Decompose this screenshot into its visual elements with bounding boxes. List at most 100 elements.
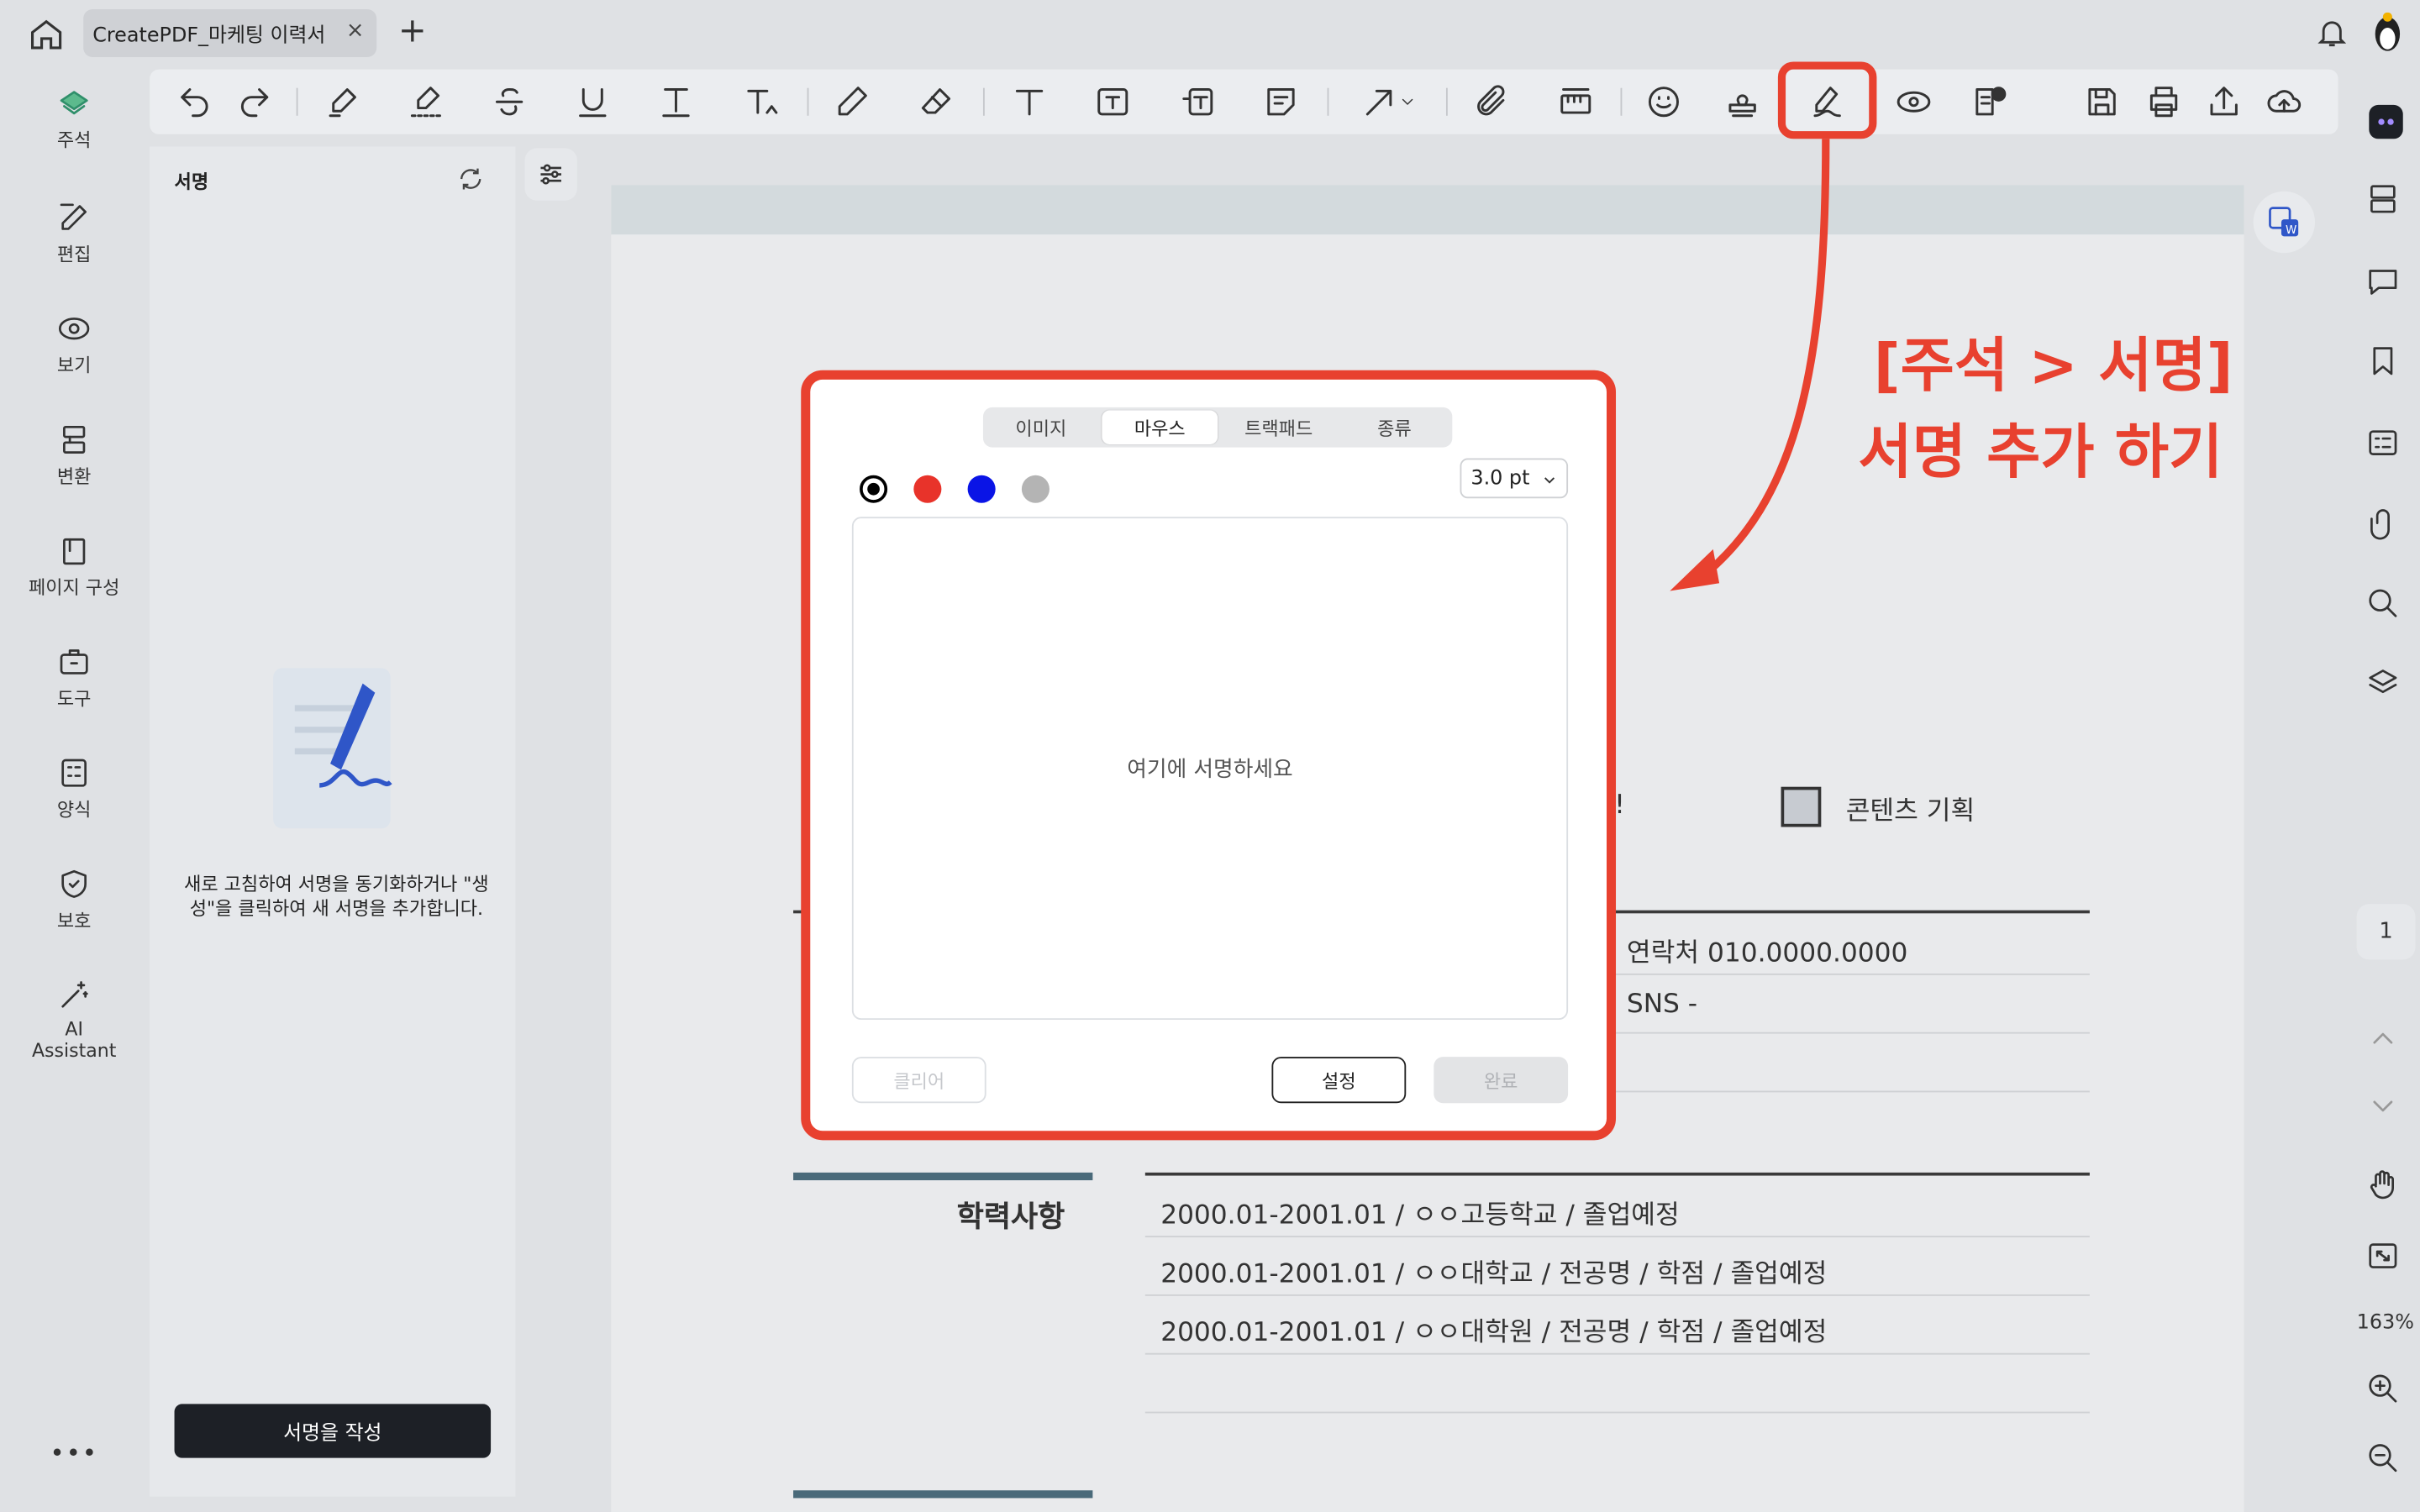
divider [1611, 1032, 2090, 1034]
zoom-level[interactable]: 163% [2357, 1311, 2414, 1335]
text-icon[interactable] [1009, 81, 1050, 122]
thumbnails-icon[interactable] [2366, 182, 2407, 223]
sns-text: SNS - [1626, 989, 1698, 1021]
done-button[interactable]: 완료 [1434, 1057, 1569, 1104]
chevron-down-icon[interactable] [2366, 1089, 2407, 1130]
document-tab[interactable]: CreatePDF_마케팅 이력서 × [83, 9, 377, 57]
redo-icon[interactable] [234, 81, 275, 122]
eraser-icon[interactable] [917, 81, 957, 122]
bookmark-icon[interactable] [2366, 344, 2407, 385]
refresh-icon[interactable] [457, 165, 485, 193]
nav-page-organize[interactable]: 페이지 구성 [13, 533, 136, 600]
annotation-subtitle: 서명 추가 하기 [1858, 417, 2223, 486]
panel-hint-line2: 성"을 클릭하여 새 서명을 추가합니다. [189, 897, 484, 920]
nav-protect[interactable]: 보호 [13, 867, 136, 933]
panel-hint-line1: 새로 고침하여 서명을 동기화하거나 "생 [184, 873, 489, 895]
nav-page-organize-label: 페이지 구성 [28, 576, 120, 599]
stamp-icon[interactable] [1723, 81, 1763, 122]
color-black[interactable] [860, 475, 888, 503]
print-icon[interactable] [2144, 81, 2184, 122]
layers-icon[interactable] [2366, 666, 2407, 706]
measure-icon[interactable] [1555, 81, 1596, 122]
home-icon[interactable] [28, 15, 65, 52]
nav-annotate[interactable]: 주석 [13, 87, 136, 153]
content-planning-checkbox[interactable] [1781, 786, 1822, 827]
translate-icon[interactable]: W [2253, 191, 2316, 254]
text-callout-icon[interactable] [1177, 81, 1218, 122]
attachment-icon[interactable] [1470, 81, 1511, 122]
nav-tools-label: 도구 [56, 688, 92, 710]
tab-type[interactable]: 종류 [1337, 407, 1453, 448]
avatar[interactable] [2370, 12, 2404, 53]
partial-checkbox-char: ! [1614, 790, 1625, 822]
clear-button[interactable]: 클리어 [851, 1057, 986, 1104]
chevron-down-icon[interactable] [1397, 81, 1418, 122]
share-icon[interactable] [2204, 81, 2244, 122]
panel-title: 서명 [174, 171, 209, 193]
cloud-upload-icon[interactable] [2264, 81, 2304, 122]
undo-icon[interactable] [175, 81, 215, 122]
tab-mouse[interactable]: 마우스 [1102, 410, 1218, 444]
signature-canvas[interactable]: 여기에 서명하세요 [851, 517, 1569, 1021]
color-gray[interactable] [1021, 475, 1050, 503]
create-signature-button[interactable]: 서명을 작성 [174, 1404, 492, 1458]
content-planning-label: 콘텐츠 기획 [1845, 795, 1975, 827]
save-icon[interactable] [2082, 81, 2123, 122]
filter-settings-icon[interactable] [524, 148, 577, 201]
nav-ai-label-2: Assistant [31, 1039, 117, 1062]
education-section-title: 학력사항 [956, 1200, 1065, 1235]
insert-text-icon[interactable] [742, 81, 782, 122]
signature-placeholder: 여기에 서명하세요 [1127, 757, 1293, 783]
ai-bot-icon[interactable] [2369, 104, 2403, 139]
nav-view-label: 보기 [56, 354, 92, 377]
color-blue[interactable] [967, 475, 996, 503]
nav-convert[interactable]: 변환 [13, 423, 136, 489]
sticker-icon[interactable] [1644, 81, 1684, 122]
chevron-up-icon[interactable] [2366, 1021, 2407, 1062]
stroke-size-select[interactable]: 3.0 pt [1460, 458, 1569, 499]
signature-method-tabs: 이미지 마우스 트랙패드 종류 [982, 407, 1453, 448]
tab-title: CreatePDF_마케팅 이력서 [92, 24, 326, 48]
bell-icon[interactable] [2315, 15, 2349, 49]
settings-button[interactable]: 설정 [1271, 1057, 1407, 1104]
education-row: 2000.01-2001.01 / ㅇㅇ대학원 / 전공명 / 학점 / 졸업예… [1160, 1317, 1828, 1349]
color-red[interactable] [913, 475, 942, 503]
nav-edit[interactable]: 편집 [13, 201, 136, 267]
nav-view[interactable]: 보기 [13, 312, 136, 378]
nav-ai-assistant[interactable]: AI Assistant [13, 978, 136, 1062]
area-highlight-icon[interactable] [406, 81, 446, 122]
comment-icon[interactable] [2366, 264, 2407, 304]
nav-forms[interactable]: 양식 [13, 756, 136, 822]
stroke-size-value: 3.0 pt [1470, 466, 1530, 491]
divider [1144, 1236, 2090, 1238]
strikethrough-icon[interactable] [489, 81, 529, 122]
attachments-icon[interactable] [2366, 506, 2407, 546]
tab-close-button[interactable]: × [346, 18, 365, 43]
nav-annotate-label: 주석 [56, 129, 92, 151]
highlighter-icon[interactable] [323, 81, 363, 122]
sticky-note-icon[interactable] [1261, 81, 1302, 122]
eye-icon[interactable] [1894, 81, 1934, 122]
search-icon[interactable] [2366, 586, 2407, 627]
replace-text-icon[interactable] [656, 81, 697, 122]
arrow-shape-icon[interactable] [1360, 81, 1400, 122]
nav-tools[interactable]: 도구 [13, 645, 136, 711]
education-row: 2000.01-2001.01 / ㅇㅇ대학교 / 전공명 / 학점 / 졸업예… [1160, 1258, 1828, 1290]
add-comment-icon[interactable] [1970, 81, 2010, 122]
page-number[interactable]: 1 [2356, 904, 2416, 960]
fit-page-icon[interactable] [2366, 1239, 2407, 1279]
zoom-in-icon[interactable] [2366, 1372, 2407, 1412]
zoom-out-icon[interactable] [2366, 1441, 2407, 1481]
hand-tool-icon[interactable] [2366, 1168, 2407, 1208]
pencil-icon[interactable] [832, 81, 872, 122]
signature-tool-highlight [1777, 61, 1877, 139]
text-box-icon[interactable] [1092, 81, 1133, 122]
tab-trackpad[interactable]: 트랙패드 [1221, 407, 1337, 448]
underline-icon[interactable] [572, 81, 613, 122]
form-fields-icon[interactable] [2366, 426, 2407, 466]
signature-panel: 서명 새로 고침하여 서명을 동기화하거나 "생 성"을 클릭하여 새 서명을 … [150, 146, 516, 1497]
tab-image[interactable]: 이미지 [983, 407, 1099, 448]
new-tab-button[interactable]: + [398, 13, 427, 51]
document-header-band [611, 185, 2244, 235]
more-button[interactable]: ••• [13, 1438, 136, 1467]
